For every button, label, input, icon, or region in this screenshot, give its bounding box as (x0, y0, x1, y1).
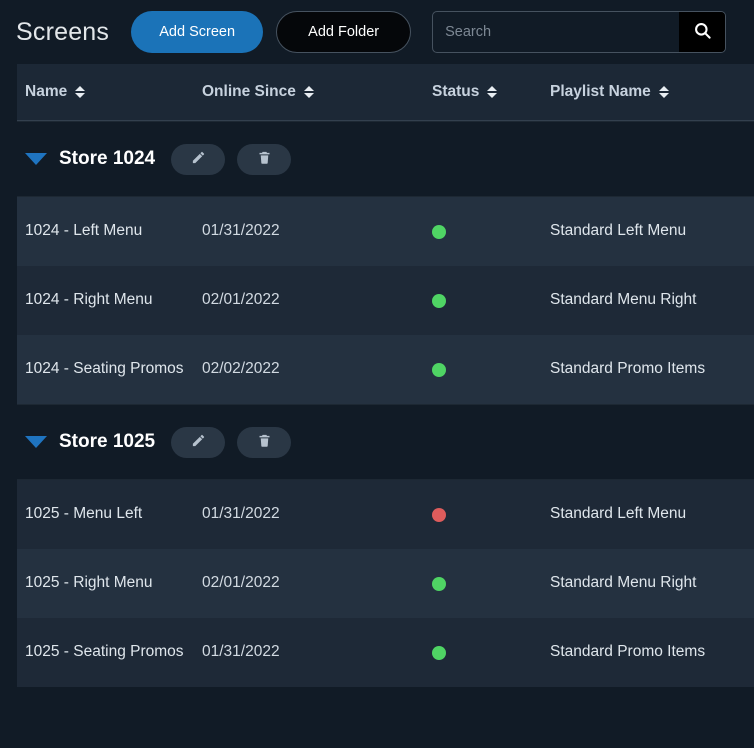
cell-playlist-name: Standard Promo Items (550, 643, 706, 661)
trash-icon (257, 150, 272, 168)
sort-icon[interactable] (658, 86, 669, 98)
cell-playlist-name: Standard Left Menu (550, 505, 687, 523)
cell-screen-name: 1025 - Menu Left (25, 505, 143, 523)
column-header-status-label: Status (432, 83, 480, 100)
sort-icon[interactable] (75, 86, 86, 98)
group-header[interactable]: Store 1024 (17, 121, 754, 197)
search-icon (693, 21, 712, 43)
cell-online-since: 02/01/2022 (202, 291, 280, 309)
cell-status (432, 224, 550, 239)
column-header-online-since[interactable]: Online Since (202, 83, 432, 101)
status-badge (432, 224, 446, 239)
chevron-down-icon[interactable] (25, 436, 47, 448)
add-folder-button[interactable]: Add Folder (276, 11, 412, 53)
delete-group-button[interactable] (237, 426, 292, 458)
column-header-name-label: Name (25, 83, 68, 100)
delete-group-button[interactable] (237, 143, 292, 175)
cell-status (432, 293, 550, 308)
table-row[interactable]: 1025 - Right Menu 02/01/2022 Standard Menu… (17, 549, 754, 618)
cell-screen-name: 1025 - Right Menu (25, 574, 153, 592)
cell-playlist-name: Standard Menu Right (550, 574, 697, 592)
column-header-status[interactable]: Status (432, 83, 550, 101)
cell-online-since: 02/01/2022 (202, 574, 280, 592)
edit-group-button[interactable] (171, 143, 226, 175)
screens-table: Name Online Since Status Playlist Name S… (17, 64, 754, 687)
add-screen-button[interactable]: Add Screen (131, 11, 264, 53)
sort-icon[interactable] (487, 86, 498, 98)
search-input[interactable] (433, 12, 680, 52)
column-header-playlist-name[interactable]: Playlist Name (550, 83, 754, 101)
trash-icon (257, 433, 272, 451)
cell-screen-name: 1025 - Seating Promos (25, 643, 184, 661)
cell-playlist-name: Standard Left Menu (550, 222, 687, 240)
column-header-online-since-label: Online Since (202, 83, 296, 100)
pencil-icon (191, 433, 206, 451)
column-header-playlist-name-label: Playlist Name (550, 83, 651, 100)
group-header[interactable]: Store 1025 (17, 404, 754, 480)
search-button[interactable] (679, 12, 726, 52)
groups-container: Store 1024 1024 - Left Menu 01/31/2022 Stan… (17, 121, 754, 687)
page-title: Screens (16, 17, 110, 46)
column-header-name[interactable]: Name (17, 83, 202, 101)
group-title: Store 1025 (59, 431, 156, 452)
sort-icon[interactable] (303, 86, 314, 98)
edit-group-button[interactable] (171, 426, 226, 458)
status-badge (432, 507, 446, 522)
cell-screen-name: 1024 - Left Menu (25, 222, 143, 240)
pencil-icon (191, 150, 206, 168)
cell-online-since: 01/31/2022 (202, 505, 280, 523)
table-row[interactable]: 1024 - Seating Promos 02/02/2022 Standard … (17, 335, 754, 404)
cell-screen-name: 1024 - Seating Promos (25, 360, 184, 378)
table-row[interactable]: 1025 - Menu Left 01/31/2022 Standard Left … (17, 480, 754, 549)
top-toolbar: Screens Add Screen Add Folder (0, 0, 754, 64)
chevron-down-icon[interactable] (25, 153, 47, 165)
table-row[interactable]: 1024 - Right Menu 02/01/2022 Standard Menu… (17, 266, 754, 335)
cell-status (432, 576, 550, 591)
cell-screen-name: 1024 - Right Menu (25, 291, 153, 309)
add-screen-label: Add Screen (159, 24, 236, 40)
cell-status (432, 645, 550, 660)
cell-online-since: 02/02/2022 (202, 360, 280, 378)
search-box[interactable] (432, 11, 727, 53)
cell-status (432, 507, 550, 522)
cell-status (432, 362, 550, 377)
table-header-row: Name Online Since Status Playlist Name (17, 64, 754, 121)
status-badge (432, 362, 446, 377)
cell-online-since: 01/31/2022 (202, 222, 280, 240)
status-badge (432, 576, 446, 591)
add-folder-label: Add Folder (308, 24, 380, 40)
status-badge (432, 645, 446, 660)
table-row[interactable]: 1025 - Seating Promos 01/31/2022 Standard … (17, 618, 754, 687)
table-row[interactable]: 1024 - Left Menu 01/31/2022 Standard Left … (17, 197, 754, 266)
status-badge (432, 293, 446, 308)
cell-playlist-name: Standard Menu Right (550, 291, 697, 309)
cell-online-since: 01/31/2022 (202, 643, 280, 661)
group-title: Store 1024 (59, 148, 156, 169)
cell-playlist-name: Standard Promo Items (550, 360, 706, 378)
